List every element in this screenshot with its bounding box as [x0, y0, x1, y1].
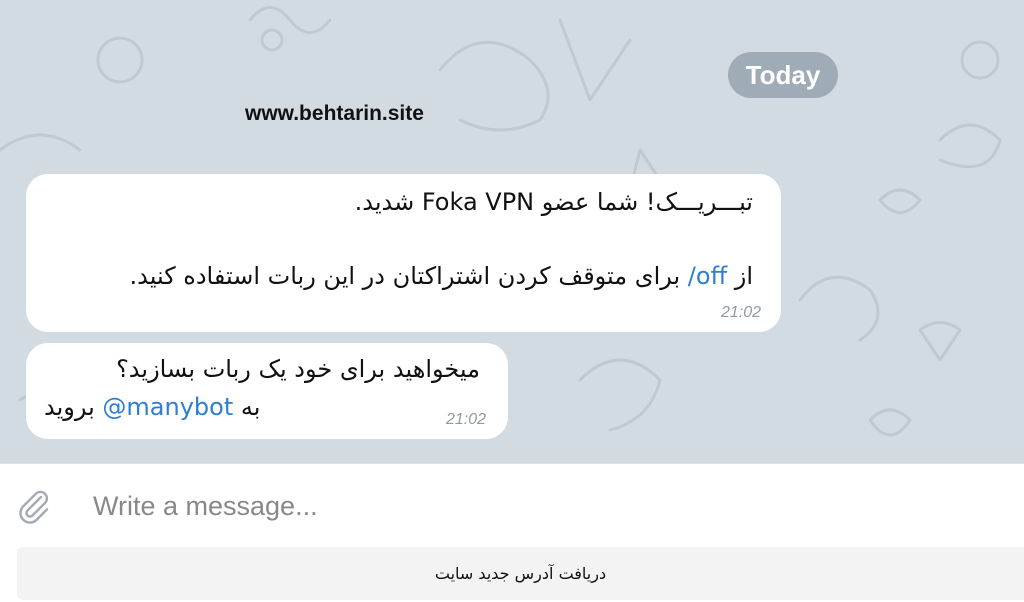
- message-text-line: از /off برای متوقف کردن اشتراکتان در این…: [129, 262, 753, 290]
- message-bubble[interactable]: میخواهید برای خود یک ربات بسازید؟ به @ma…: [26, 343, 508, 439]
- message-time: 21:02: [720, 304, 761, 321]
- message-text: میخواهید برای خود یک ربات بسازید؟: [116, 355, 480, 383]
- message-input[interactable]: [93, 486, 993, 526]
- message-text: تبـــریـــک! شما عضو Foka VPN شدید.: [354, 188, 753, 216]
- message-time: 21:02: [445, 411, 486, 428]
- message-text-part: به: [233, 393, 261, 421]
- bot-keyboard: دریافت آدرس جدید سایت: [0, 545, 1024, 602]
- message-composer: [0, 463, 1024, 546]
- message-text-part: بروید: [44, 393, 103, 421]
- get-new-site-address-button[interactable]: دریافت آدرس جدید سایت: [17, 547, 1024, 600]
- message-bubble[interactable]: تبـــریـــک! شما عضو Foka VPN شدید. از /…: [26, 174, 781, 332]
- message-text-part: برای متوقف کردن اشتراکتان در این ربات اس…: [129, 262, 688, 290]
- mention-link[interactable]: @manybot: [102, 393, 233, 421]
- chat-background: Today www.behtarin.site تبـــریـــک! شما…: [0, 0, 1024, 463]
- watermark-text: www.behtarin.site: [245, 102, 424, 125]
- bot-command-link[interactable]: /off: [688, 262, 727, 290]
- paperclip-icon[interactable]: [14, 486, 52, 524]
- message-text-line: به @manybot بروید: [44, 393, 260, 421]
- message-text-part: از: [727, 262, 753, 290]
- date-label: Today: [728, 52, 838, 98]
